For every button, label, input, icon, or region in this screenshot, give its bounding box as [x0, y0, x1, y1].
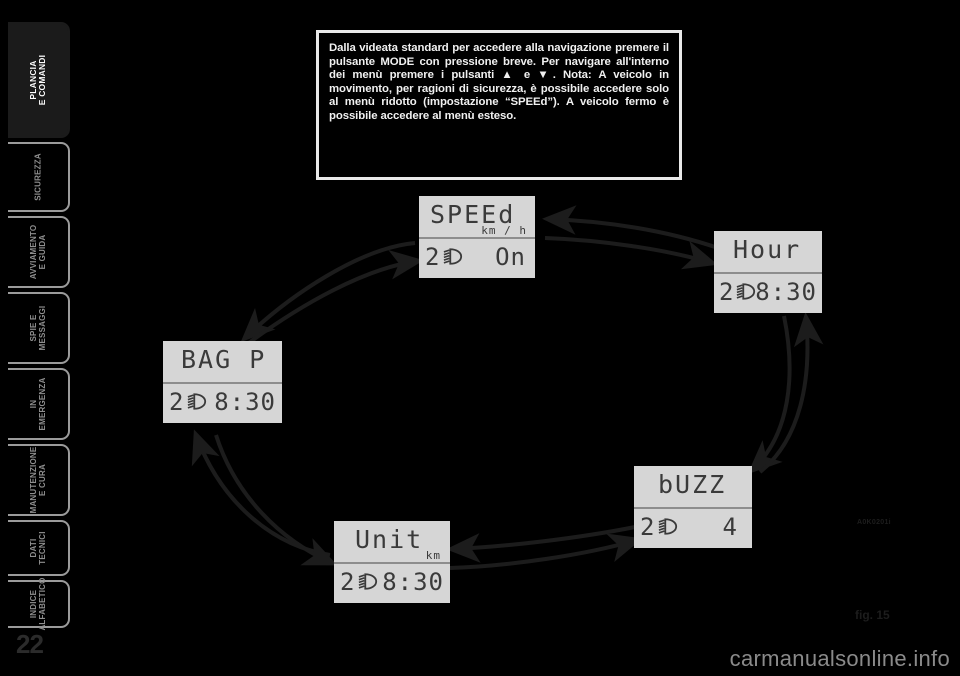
display-right-value: On — [495, 243, 526, 271]
display-left-value: 2 — [640, 513, 655, 541]
headlight-icon — [736, 283, 756, 300]
display-bottom-row: 2 On — [419, 237, 535, 278]
display-top-row: bUZZ — [634, 466, 752, 507]
display-left-value: 2 — [425, 243, 440, 271]
display-hour: Hour 2 8:30 — [714, 231, 822, 313]
display-left-value: 2 — [169, 388, 184, 416]
arrow-unit-to-buzz — [449, 533, 643, 570]
headlight-icon — [443, 248, 463, 265]
display-top-row: SPEEd km / h — [419, 196, 535, 237]
display-right-value: 8:30 — [755, 278, 817, 306]
figure-label: fig. 15 — [855, 608, 890, 622]
display-speed: SPEEd km / h 2 On — [419, 196, 535, 278]
display-title: bUZZ — [658, 470, 727, 499]
display-unit: km / h — [481, 224, 527, 237]
display-buzz: bUZZ 2 4 — [634, 466, 752, 548]
display-title: Unit — [355, 525, 424, 554]
display-unit: km — [425, 549, 441, 562]
display-title: Hour — [733, 235, 802, 264]
display-right-value: 8:30 — [214, 388, 276, 416]
display-title: BAG P — [181, 345, 267, 374]
display-bottom-row: 2 4 — [634, 507, 752, 548]
headlight-icon — [187, 393, 207, 410]
figure-code: A0K0201i — [857, 519, 891, 526]
display-top-row: Hour — [714, 231, 822, 272]
watermark: carmanualsonline.info — [729, 646, 950, 671]
display-bottom-row: 2 8:30 — [714, 272, 822, 313]
display-bagp: BAG P 2 8:30 — [163, 341, 282, 423]
arrow-hour-to-speed — [542, 205, 719, 250]
display-top-row: Unit km — [334, 521, 450, 562]
display-right-value: 8:30 — [382, 568, 444, 596]
arrow-speed-to-hour — [544, 236, 718, 270]
headlight-icon — [658, 518, 678, 535]
display-bottom-row: 2 8:30 — [163, 382, 282, 423]
display-right-value: 4 — [722, 513, 738, 541]
flow-arrows — [191, 205, 824, 570]
display-top-row: BAG P — [163, 341, 282, 382]
display-left-value: 2 — [719, 278, 734, 306]
display-left-value: 2 — [340, 568, 355, 596]
arrow-unit-to-bagp — [191, 429, 331, 557]
display-bottom-row: 2 8:30 — [334, 562, 450, 603]
display-unit-menu: Unit km 2 8:30 — [334, 521, 450, 603]
headlight-icon — [358, 573, 378, 590]
